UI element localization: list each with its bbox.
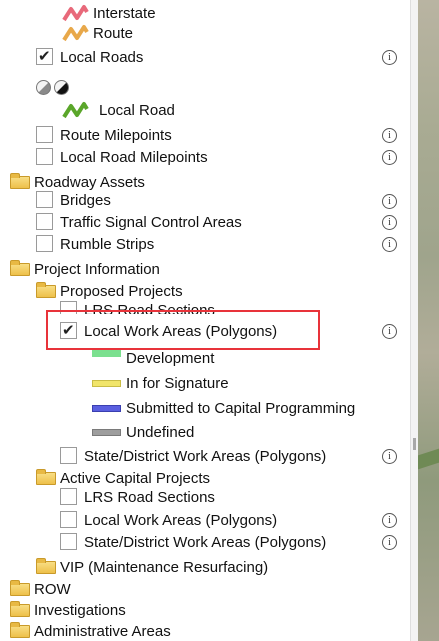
local-road-milepoints-label: Local Road Milepoints	[60, 149, 208, 166]
project-information-label: Project Information	[34, 261, 160, 278]
rumble-strips-checkbox[interactable]	[36, 235, 53, 252]
layer-state-district-work-areas-2[interactable]: State/District Work Areas (Polygons) i	[60, 532, 406, 553]
investigations-label: Investigations	[34, 602, 126, 619]
in-for-signature-swatch	[92, 380, 121, 387]
legend-local-road-label: Local Road	[99, 102, 175, 119]
scrollbar-grip[interactable]	[413, 438, 416, 450]
transparency-controls	[36, 78, 96, 99]
folder-icon	[36, 469, 56, 485]
info-icon[interactable]: i	[382, 535, 397, 550]
state-district-checkbox[interactable]	[60, 447, 77, 464]
state-district-checkbox[interactable]	[60, 533, 77, 550]
bridges-checkbox[interactable]	[36, 191, 53, 208]
local-work-areas-checkbox[interactable]	[60, 511, 77, 528]
legend-route-label: Route	[93, 25, 134, 42]
layer-traffic-signal-control-areas[interactable]: Traffic Signal Control Areas i	[36, 212, 406, 233]
opacity-circle-icon[interactable]	[54, 80, 69, 95]
layer-local-road-milepoints[interactable]: Local Road Milepoints i	[36, 147, 406, 168]
info-icon[interactable]: i	[382, 237, 397, 252]
active-capital-projects-label: Active Capital Projects	[60, 470, 211, 487]
info-icon[interactable]: i	[382, 194, 397, 209]
submitted-swatch	[92, 405, 121, 412]
info-icon[interactable]: i	[382, 449, 397, 464]
info-icon[interactable]: i	[382, 324, 397, 339]
layer-rumble-strips[interactable]: Rumble Strips i	[36, 234, 406, 255]
local-roads-label: Local Roads	[60, 49, 144, 66]
proposed-projects-label: Proposed Projects	[60, 283, 183, 300]
layer-local-roads[interactable]: Local Roads i	[36, 46, 406, 68]
rumble-strips-label: Rumble Strips	[60, 236, 155, 253]
info-icon[interactable]: i	[382, 150, 397, 165]
info-icon[interactable]: i	[382, 50, 397, 65]
highlight-box	[46, 310, 320, 350]
local-work-areas-label: Local Work Areas (Polygons)	[84, 512, 278, 529]
development-swatch	[92, 350, 121, 357]
folder-icon	[36, 282, 56, 298]
interstate-line-icon	[62, 5, 89, 22]
folder-icon	[10, 601, 30, 617]
folder-icon	[36, 558, 56, 574]
route-milepoints-checkbox[interactable]	[36, 126, 53, 143]
layer-bridges[interactable]: Bridges i	[36, 190, 406, 211]
traffic-signal-checkbox[interactable]	[36, 213, 53, 230]
transparency-circle-icon[interactable]	[36, 80, 51, 95]
route-milepoints-label: Route Milepoints	[60, 127, 172, 144]
traffic-signal-label: Traffic Signal Control Areas	[60, 214, 242, 231]
layer-lrs-road-sections-2[interactable]: LRS Road Sections	[60, 487, 406, 508]
layer-route-milepoints[interactable]: Route Milepoints i	[36, 125, 406, 146]
map-view[interactable]	[418, 0, 439, 641]
row-label: ROW	[34, 581, 71, 598]
folder-icon	[10, 580, 30, 596]
lrs-road-sections-label: LRS Road Sections	[84, 489, 215, 506]
undefined-swatch	[92, 429, 121, 436]
state-district-label: State/District Work Areas (Polygons)	[84, 448, 327, 465]
administrative-areas-label: Administrative Areas	[34, 623, 171, 640]
info-icon[interactable]: i	[382, 513, 397, 528]
local-roads-checkbox[interactable]	[36, 46, 53, 67]
local-road-line-icon	[62, 102, 89, 119]
folder-icon	[10, 260, 30, 276]
vip-label: VIP (Maintenance Resurfacing)	[60, 559, 269, 576]
layer-local-work-areas-2[interactable]: Local Work Areas (Polygons) i	[60, 510, 406, 531]
local-road-milepoints-checkbox[interactable]	[36, 148, 53, 165]
legend-submitted-label: Submitted to Capital Programming	[126, 400, 356, 417]
layer-list-panel: Interstate Route Local Roads i Local Roa…	[0, 0, 410, 641]
legend-development-label: Development	[126, 350, 215, 367]
bridges-label: Bridges	[60, 192, 111, 209]
state-district-label: State/District Work Areas (Polygons)	[84, 534, 327, 551]
legend-undefined-label: Undefined	[126, 424, 195, 441]
legend-interstate-label: Interstate	[93, 5, 156, 22]
folder-icon	[10, 622, 30, 638]
lrs-road-sections-checkbox[interactable]	[60, 488, 77, 505]
folder-icon	[10, 173, 30, 189]
layer-state-district-work-areas-1[interactable]: State/District Work Areas (Polygons) i	[60, 446, 406, 467]
info-icon[interactable]: i	[382, 128, 397, 143]
legend-in-for-signature-label: In for Signature	[126, 375, 229, 392]
info-icon[interactable]: i	[382, 215, 397, 230]
route-line-icon	[62, 25, 89, 42]
